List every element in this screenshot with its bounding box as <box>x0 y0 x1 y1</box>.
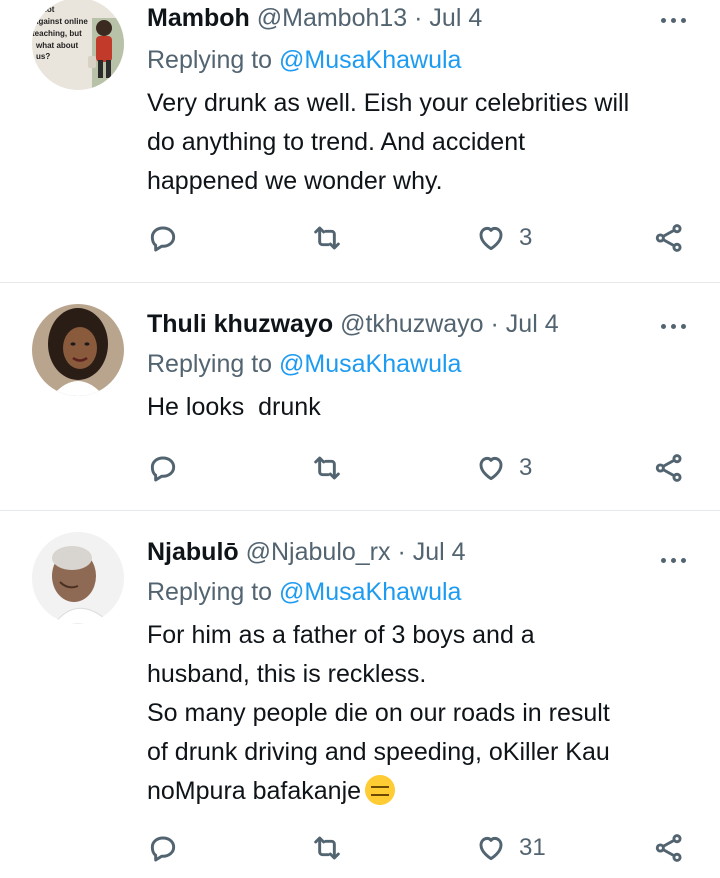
retweet-button[interactable] <box>311 448 343 488</box>
like-button[interactable]: 31 <box>475 828 546 868</box>
avatar[interactable]: not against online teaching, but what ab… <box>32 0 124 90</box>
replying-to: Replying to @MusaKhawula <box>147 44 461 76</box>
tweet-date[interactable]: · Jul 4 <box>491 310 559 338</box>
reply-icon <box>150 226 176 252</box>
reply-button[interactable] <box>147 448 179 488</box>
tweet-thuli[interactable]: Thuli khuzwayo @tkhuzwayo · Jul 4 Replyi… <box>0 282 720 511</box>
heart-icon <box>479 456 503 481</box>
replying-to-link[interactable]: @MusaKhawula <box>279 46 461 74</box>
heart-icon <box>479 836 503 861</box>
tweet-text-line: For him as a father of 3 boys and a <box>147 621 535 649</box>
share-icon <box>655 834 682 862</box>
reply-icon <box>150 836 176 862</box>
tweet-text-line: He looks drunk <box>147 393 321 421</box>
share-button[interactable] <box>653 218 685 258</box>
tweet-header: Mamboh @Mamboh13 · Jul 4 <box>147 2 650 34</box>
avatar-caption-1: not <box>42 5 55 14</box>
tweet-text-line-last: noMpura bafakanje <box>147 772 707 811</box>
expressionless-face-emoji <box>365 775 396 805</box>
more-icon[interactable] <box>656 550 690 570</box>
replying-to: Replying to @MusaKhawula <box>147 348 461 380</box>
more-icon[interactable] <box>656 10 690 30</box>
replying-to-link[interactable]: @MusaKhawula <box>279 578 461 606</box>
tweet-actions: 3 <box>147 448 697 488</box>
tweet-text: For him as a father of 3 boys and a husb… <box>147 616 707 811</box>
retweet-icon <box>314 226 340 250</box>
display-name[interactable]: Njabulō <box>147 538 239 566</box>
replying-to-link[interactable]: @MusaKhawula <box>279 350 461 378</box>
tweet-date[interactable]: · Jul 4 <box>397 538 465 566</box>
avatar[interactable] <box>32 532 124 624</box>
tweet-text-line: So many people die on our roads in resul… <box>147 699 610 727</box>
replying-to-label: Replying to <box>147 350 273 378</box>
tweet-text-fragment: noMpura bafakanje <box>147 777 362 805</box>
tweet-mamboh[interactable]: not against online teaching, but what ab… <box>0 0 720 283</box>
reply-icon <box>150 456 176 482</box>
retweet-icon <box>314 836 340 860</box>
retweet-icon <box>314 456 340 480</box>
avatar[interactable] <box>32 304 124 396</box>
retweet-button[interactable] <box>311 218 343 258</box>
like-count: 31 <box>519 834 546 861</box>
tweet-header: Thuli khuzwayo @tkhuzwayo · Jul 4 <box>147 308 650 340</box>
tweet-text-line: happened we wonder why. <box>147 167 443 195</box>
replying-to: Replying to @MusaKhawula <box>147 576 461 608</box>
share-icon <box>655 224 682 252</box>
avatar-image <box>32 304 124 396</box>
heart-icon <box>479 226 503 251</box>
reply-button[interactable] <box>147 828 179 868</box>
display-name[interactable]: Mamboh <box>147 4 250 32</box>
like-count: 3 <box>519 224 533 251</box>
share-icon <box>655 454 682 482</box>
user-handle[interactable]: @Mamboh13 <box>257 4 407 32</box>
retweet-button[interactable] <box>311 828 343 868</box>
like-count: 3 <box>519 454 533 481</box>
user-handle[interactable]: @tkhuzwayo <box>340 310 484 338</box>
avatar-caption-3: teaching, but <box>32 29 82 38</box>
tweet-actions: 31 <box>147 828 697 868</box>
tweet-text-line: of drunk driving and speeding, oKiller K… <box>147 738 610 766</box>
tweet-text-line: do anything to trend. And accident <box>147 128 526 156</box>
share-button[interactable] <box>653 448 685 488</box>
replying-to-label: Replying to <box>147 578 273 606</box>
like-button[interactable]: 3 <box>475 448 532 488</box>
avatar-caption-5: us? <box>36 52 50 61</box>
avatar-image <box>32 532 124 624</box>
more-icon[interactable] <box>656 316 690 336</box>
display-name[interactable]: Thuli khuzwayo <box>147 310 333 338</box>
user-handle[interactable]: @Njabulo_rx <box>246 538 391 566</box>
replying-to-label: Replying to <box>147 46 273 74</box>
tweet-text-line: Very drunk as well. Eish your celebritie… <box>147 89 630 117</box>
tweet-date[interactable]: · Jul 4 <box>414 4 482 32</box>
avatar-caption-4: what about <box>35 41 79 50</box>
tweet-actions: 3 <box>147 218 697 258</box>
tweet-header: Njabulō @Njabulo_rx · Jul 4 <box>147 536 650 568</box>
like-button[interactable]: 3 <box>475 218 532 258</box>
share-button[interactable] <box>653 828 685 868</box>
reply-button[interactable] <box>147 218 179 258</box>
tweet-text: Very drunk as well. Eish your celebritie… <box>147 84 707 201</box>
avatar-image: not against online teaching, but what ab… <box>32 0 124 90</box>
tweet-njabulo[interactable]: Njabulō @Njabulo_rx · Jul 4 Replying to … <box>0 510 720 878</box>
tweet-text-line: husband, this is reckless. <box>147 660 427 688</box>
avatar-caption-2: against online <box>34 17 88 26</box>
tweet-text: He looks drunk <box>147 388 707 427</box>
